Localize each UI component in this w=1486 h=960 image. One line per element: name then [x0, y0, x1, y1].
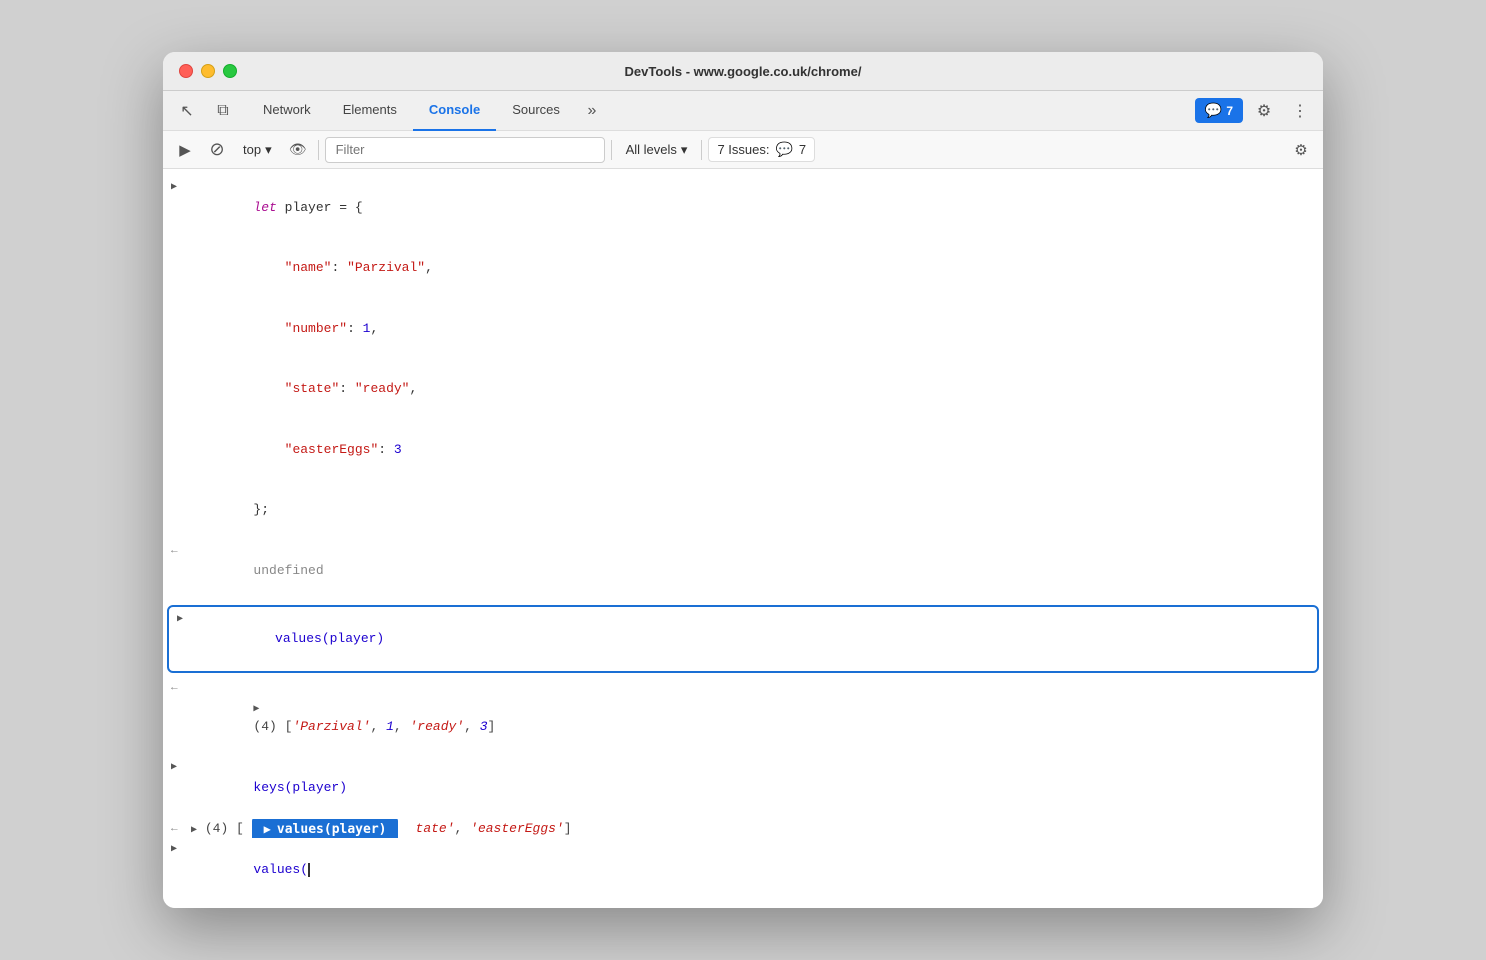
line-prefix-1: ▶	[171, 178, 191, 195]
autocomplete-popup[interactable]: ▶ values(player)	[252, 819, 399, 839]
line-content-12: values(	[191, 840, 1315, 899]
play-icon: ▶	[179, 141, 191, 159]
line-prefix-3	[171, 299, 191, 301]
tab-elements[interactable]: Elements	[327, 91, 413, 131]
chevron-down-icon-2: ▾	[681, 142, 688, 158]
tab-sources[interactable]: Sources	[496, 91, 576, 131]
more-options-button[interactable]: ⋮	[1285, 96, 1315, 126]
gear-icon: ⚙	[1257, 101, 1271, 121]
output-arrow-11: ←	[171, 821, 178, 838]
chevron-down-icon: ▾	[265, 142, 272, 158]
line-content-11: ▶ (4) [ 'name', 'number', 's ▶ values(pl…	[191, 819, 1315, 839]
console-line-9: ← ▶ (4) ['Parzival', 1, 'ready', 3]	[163, 677, 1323, 757]
console-area: ▶ let player = { "name": "Parzival", "nu…	[163, 169, 1323, 908]
expand-arrow-8[interactable]: ▶	[177, 612, 183, 627]
console-line-7: ← undefined	[163, 540, 1323, 601]
line-content-4: "state": "ready",	[191, 360, 1315, 419]
message-icon: 💬	[1205, 102, 1222, 119]
line-content-10: keys(player)	[191, 758, 1315, 817]
tab-network[interactable]: Network	[247, 91, 327, 131]
console-line-2: "name": "Parzival",	[163, 238, 1323, 299]
block-button[interactable]: ⊘	[203, 136, 231, 164]
line-content-9: ▶ (4) ['Parzival', 1, 'ready', 3]	[191, 678, 1315, 756]
more-vert-icon: ⋮	[1292, 101, 1308, 121]
line-content-2: "name": "Parzival",	[191, 239, 1315, 298]
gear-icon-2: ⚙	[1294, 141, 1307, 159]
issues-badge[interactable]: 💬 7	[1195, 98, 1243, 123]
text-cursor	[308, 863, 310, 877]
run-button[interactable]: ▶	[171, 136, 199, 164]
expand-arrow-1[interactable]: ▶	[171, 180, 177, 195]
context-selector[interactable]: top ▾	[235, 139, 280, 161]
separator-2	[611, 140, 612, 160]
issues-count-display: 7 Issues: 💬 7	[708, 137, 815, 162]
devtools-window: DevTools - www.google.co.uk/chrome/ ↖ ⧉ …	[163, 52, 1323, 908]
window-title: DevTools - www.google.co.uk/chrome/	[625, 64, 862, 79]
line-content-6: };	[191, 481, 1315, 540]
minimize-button[interactable]	[201, 64, 215, 78]
line-prefix-10: ▶	[171, 758, 191, 775]
expand-arrow-10[interactable]: ▶	[171, 760, 177, 775]
line-prefix-7: ←	[171, 541, 191, 560]
line-content-3: "number": 1,	[191, 299, 1315, 358]
output-arrow-9: ←	[171, 680, 178, 697]
console-line-11: ← ▶ (4) [ 'name', 'number', 's ▶ values(…	[163, 818, 1323, 840]
line-prefix-2	[171, 239, 191, 241]
line-content-5: "easterEggs": 3	[191, 420, 1315, 479]
filter-input[interactable]	[325, 137, 605, 163]
settings-button[interactable]: ⚙	[1249, 96, 1279, 126]
tab-bar-right: 💬 7 ⚙ ⋮	[1195, 96, 1315, 126]
levels-dropdown[interactable]: All levels ▾	[618, 139, 696, 161]
line-prefix-8: ▶	[177, 610, 197, 627]
eye-button[interactable]: 👁	[284, 136, 312, 164]
console-line-1: ▶ let player = {	[163, 177, 1323, 238]
console-settings-button[interactable]: ⚙	[1287, 136, 1315, 164]
separator-3	[701, 140, 702, 160]
line-content-8: values(player)	[197, 610, 1309, 669]
expand-arrow-12[interactable]: ▶	[171, 842, 177, 857]
cursor-icon: ↖	[180, 101, 193, 121]
tab-bar: ↖ ⧉ Network Elements Console Sources » 💬…	[163, 91, 1323, 131]
console-line-10: ▶ keys(player)	[163, 757, 1323, 818]
block-icon: ⊘	[209, 139, 224, 160]
line-prefix-4	[171, 360, 191, 362]
output-arrow-7: ←	[171, 543, 178, 560]
highlighted-input-box: ▶ values(player)	[167, 605, 1319, 674]
console-toolbar: ▶ ⊘ top ▾ 👁 All levels ▾ 7 Issues: 💬 7 ⚙	[163, 131, 1323, 169]
tab-console[interactable]: Console	[413, 91, 496, 131]
console-line-3: "number": 1,	[163, 298, 1323, 359]
console-line-8: ▶ values(player)	[169, 609, 1317, 670]
chevron-right-icon: »	[587, 102, 596, 120]
line-content-1: let player = {	[191, 178, 1315, 237]
context-label: top	[243, 142, 261, 157]
close-button[interactable]	[179, 64, 193, 78]
tab-bar-icons: ↖ ⧉	[171, 97, 239, 125]
line-prefix-9: ←	[171, 678, 191, 697]
eye-icon: 👁	[289, 141, 307, 158]
line-prefix-12: ▶	[171, 840, 191, 857]
line-prefix-11: ←	[171, 819, 191, 838]
console-line-4: "state": "ready",	[163, 359, 1323, 420]
device-icon: ⧉	[217, 102, 228, 120]
separator	[318, 140, 319, 160]
line-content-7: undefined	[191, 541, 1315, 600]
device-icon-button[interactable]: ⧉	[207, 97, 239, 125]
line-prefix-6	[171, 481, 191, 483]
line-prefix-5	[171, 420, 191, 422]
issues-message-icon: 💬	[775, 141, 792, 158]
maximize-button[interactable]	[223, 64, 237, 78]
title-bar: DevTools - www.google.co.uk/chrome/	[163, 52, 1323, 91]
autocomplete-text: values(player)	[277, 820, 387, 839]
console-line-6: };	[163, 480, 1323, 541]
traffic-lights	[179, 64, 237, 78]
autocomplete-container: 'name', 'number', 's ▶ values(player)	[252, 819, 408, 839]
console-line-5: "easterEggs": 3	[163, 419, 1323, 480]
console-line-12: ▶ values(	[163, 839, 1323, 900]
more-tabs-button[interactable]: »	[576, 97, 608, 125]
cursor-icon-button[interactable]: ↖	[171, 97, 203, 125]
autocomplete-arrow: ▶	[264, 821, 271, 839]
